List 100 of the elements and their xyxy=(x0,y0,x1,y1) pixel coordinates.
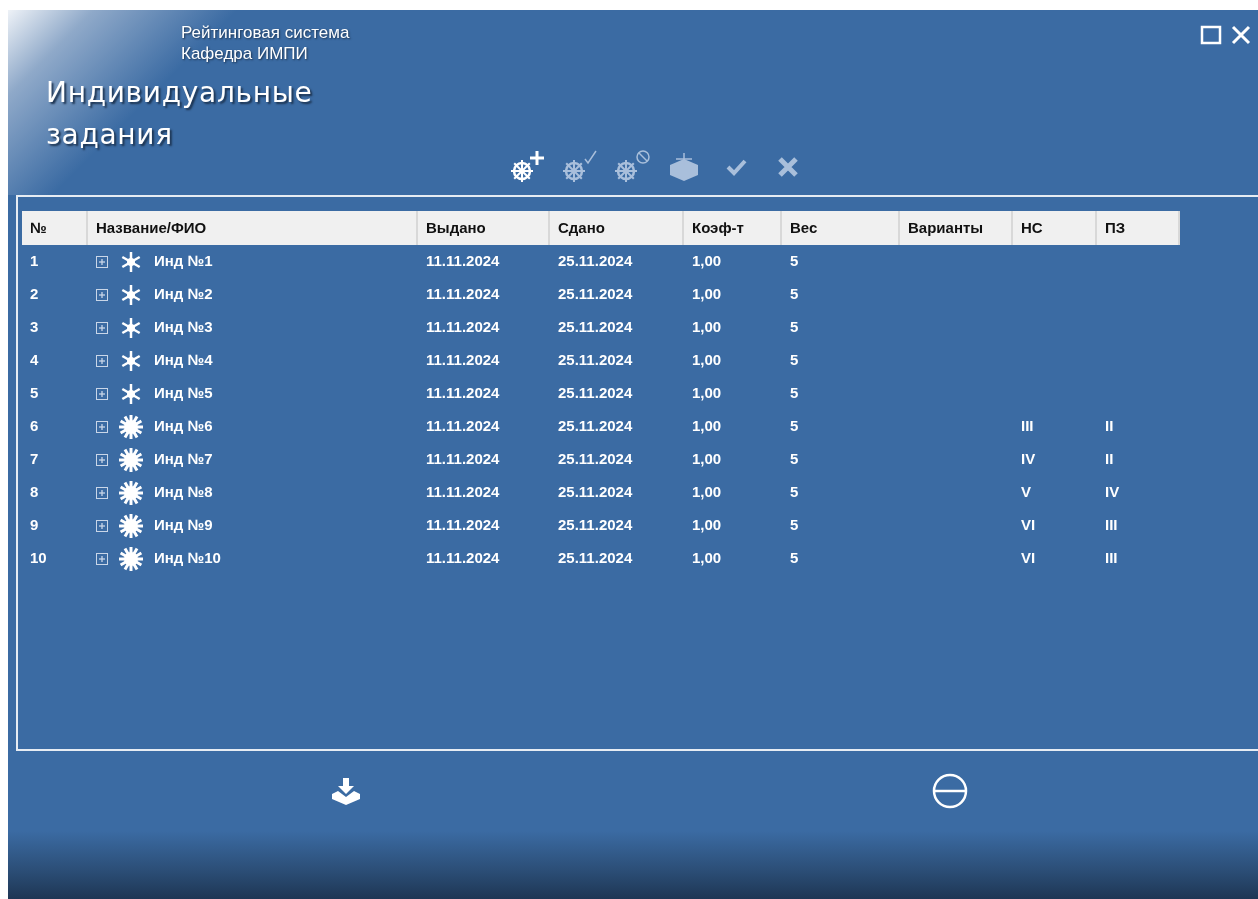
table-cell: 11.11.2024 xyxy=(426,450,500,468)
task-name[interactable]: Инд №4 xyxy=(154,349,213,372)
table-cell: 11.11.2024 xyxy=(426,417,500,435)
table-cell: IV xyxy=(1105,483,1120,501)
table-cell: IV xyxy=(1021,450,1036,468)
table-cell: II xyxy=(1105,450,1114,468)
table-cell: III xyxy=(1021,417,1034,435)
app-subtitle: Кафедра ИМПИ xyxy=(181,43,309,64)
table-cell: 5 xyxy=(790,483,799,501)
column-header[interactable]: Сдано xyxy=(558,216,605,240)
table-cell: 1,00 xyxy=(692,483,722,501)
table-cell: 5 xyxy=(790,285,799,303)
table-cell: 11.11.2024 xyxy=(426,351,500,369)
column-header[interactable]: Вес xyxy=(790,216,818,240)
table-cell: 1,00 xyxy=(692,384,722,402)
snowflake-icon xyxy=(121,250,141,273)
table-cell: V xyxy=(1021,483,1031,501)
table-cell: VI xyxy=(1021,516,1036,534)
snowflake-icon xyxy=(121,349,141,372)
table-cell: 25.11.2024 xyxy=(558,285,633,303)
table-cell: 25.11.2024 xyxy=(558,351,633,369)
task-name[interactable]: Инд №9 xyxy=(154,514,213,537)
expand-toggle[interactable] xyxy=(96,255,108,268)
task-name[interactable]: Инд №1 xyxy=(154,250,213,273)
column-header[interactable]: № xyxy=(30,216,47,240)
snowflake-icon xyxy=(116,479,146,506)
column-header[interactable]: Название/ФИО xyxy=(96,216,207,240)
table-cell: 11.11.2024 xyxy=(426,285,500,303)
table-cell: 4 xyxy=(30,351,39,369)
table-cell: 1,00 xyxy=(692,450,722,468)
task-name[interactable]: Инд №3 xyxy=(154,316,213,339)
table-cell: 10 xyxy=(30,549,47,567)
column-header[interactable]: Выдано xyxy=(426,216,486,240)
table-cell: 1,00 xyxy=(692,351,722,369)
column-header[interactable]: Коэф-т xyxy=(692,216,744,240)
table-cell: 5 xyxy=(790,549,799,567)
table-cell: 5 xyxy=(790,351,799,369)
task-name[interactable]: Инд №7 xyxy=(154,448,213,471)
expand-toggle[interactable] xyxy=(96,453,108,466)
table-cell: 1,00 xyxy=(692,285,722,303)
table-cell: 25.11.2024 xyxy=(558,483,633,501)
table-cell: 25.11.2024 xyxy=(558,417,633,435)
expand-toggle[interactable] xyxy=(96,354,108,367)
table-cell: 3 xyxy=(30,318,39,336)
table-cell: 11.11.2024 xyxy=(426,516,500,534)
snowflake-icon xyxy=(116,413,146,440)
snowflake-icon xyxy=(121,283,141,306)
table-cell: III xyxy=(1105,516,1118,534)
table-cell: 5 xyxy=(30,384,39,402)
table-cell: 11.11.2024 xyxy=(426,318,500,336)
table-cell: 25.11.2024 xyxy=(558,549,633,567)
table-cell: 11.11.2024 xyxy=(426,384,500,402)
app-subtitle: Рейтинговая система xyxy=(181,22,351,43)
task-name[interactable]: Инд №6 xyxy=(154,415,213,438)
table-cell: 25.11.2024 xyxy=(558,318,633,336)
table-cell: 5 xyxy=(790,450,799,468)
expand-toggle[interactable] xyxy=(96,486,108,499)
remove-icon[interactable] xyxy=(931,772,969,810)
task-name[interactable]: Инд №5 xyxy=(154,382,213,405)
snowflake-icon xyxy=(116,545,146,572)
snowflake-icon xyxy=(116,512,146,539)
table-cell: 11.11.2024 xyxy=(426,252,500,270)
table-cell: 2 xyxy=(30,285,39,303)
table-cell: 6 xyxy=(30,417,39,435)
table-cell: 25.11.2024 xyxy=(558,252,633,270)
page-title: Индивидуальные xyxy=(46,75,313,111)
table-cell: 1,00 xyxy=(692,318,722,336)
expand-toggle[interactable] xyxy=(96,519,108,532)
table-cell: 5 xyxy=(790,252,799,270)
column-header[interactable]: Варианты xyxy=(908,216,984,240)
expand-toggle[interactable] xyxy=(96,321,108,334)
expand-toggle[interactable] xyxy=(96,387,108,400)
column-header[interactable]: ПЗ xyxy=(1105,216,1126,240)
table-cell: 5 xyxy=(790,417,799,435)
expand-toggle[interactable] xyxy=(96,552,108,565)
column-header[interactable]: НС xyxy=(1021,216,1043,240)
table-cell: 7 xyxy=(30,450,39,468)
task-name[interactable]: Инд №2 xyxy=(154,283,213,306)
expand-toggle[interactable] xyxy=(96,420,108,433)
task-name[interactable]: Инд №10 xyxy=(154,547,221,570)
task-name[interactable]: Инд №8 xyxy=(154,481,213,504)
table-cell: III xyxy=(1105,549,1118,567)
table-cell: 9 xyxy=(30,516,39,534)
table-cell: 5 xyxy=(790,318,799,336)
table-cell: 5 xyxy=(790,384,799,402)
table-cell: 5 xyxy=(790,516,799,534)
snowflake-icon xyxy=(116,446,146,473)
table-cell: 1,00 xyxy=(692,549,722,567)
expand-toggle[interactable] xyxy=(96,288,108,301)
table-cell: 11.11.2024 xyxy=(426,549,500,567)
table-cell: 11.11.2024 xyxy=(426,483,500,501)
snowflake-icon xyxy=(121,382,141,405)
table-cell: 25.11.2024 xyxy=(558,450,633,468)
snowflake-icon xyxy=(121,316,141,339)
table-cell: 25.11.2024 xyxy=(558,384,633,402)
table-cell: 8 xyxy=(30,483,39,501)
table-cell: II xyxy=(1105,417,1114,435)
table-cell: 25.11.2024 xyxy=(558,516,633,534)
page-title: задания xyxy=(46,117,173,153)
table-cell: VI xyxy=(1021,549,1036,567)
